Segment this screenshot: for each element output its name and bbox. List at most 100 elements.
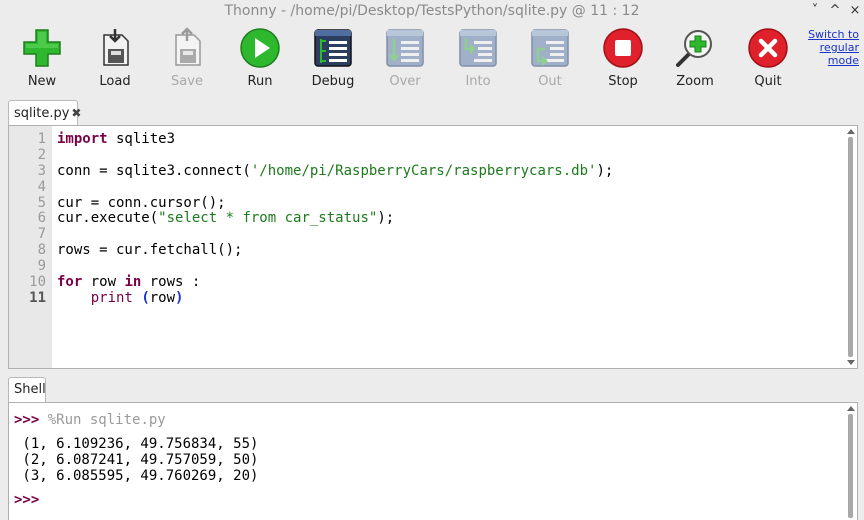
plus-icon [23, 29, 61, 67]
line-number: 2 [37, 147, 46, 163]
scrollbar-thumb[interactable] [848, 137, 853, 357]
quit-icon [748, 28, 788, 68]
code-text: ); [377, 210, 395, 226]
run-command: %Run sqlite.py [39, 412, 166, 428]
code-line-8: rows = cur.fetchall(); [57, 242, 243, 258]
line-number: 3 [37, 163, 46, 179]
switch-mode-line-3: mode [827, 54, 859, 67]
load-button[interactable]: Load [80, 27, 150, 93]
code-line-6: cur.execute("select * from car_status"); [57, 210, 394, 226]
code-text: cur.execute( [57, 210, 159, 226]
keyword: import [57, 131, 108, 147]
line-number-current: 11 [29, 290, 46, 306]
step-into-icon [459, 29, 497, 67]
step-into-button[interactable]: Into [443, 27, 513, 93]
tab-label: sqlite.py [14, 106, 70, 121]
run-button[interactable]: Run [225, 27, 295, 93]
step-into-label: Into [465, 74, 491, 89]
shell-output-line: (1, 6.109236, 49.756834, 55) [14, 436, 259, 452]
matching-paren: ( [141, 290, 150, 306]
load-label: Load [99, 74, 131, 89]
string-literal: "select * from car_status" [158, 210, 378, 226]
step-over-icon [386, 29, 424, 67]
toolbar: New Load Save Run Debug Over Into Out St… [0, 23, 864, 95]
shell-console[interactable]: >>> %Run sqlite.py (1, 6.109236, 49.7568… [8, 402, 858, 520]
new-label: New [27, 74, 57, 89]
code-text: row [82, 274, 125, 290]
tab-label: Shell [14, 382, 46, 397]
step-out-label: Out [538, 74, 562, 89]
close-window-button[interactable]: × [846, 2, 864, 20]
keyword: for [57, 274, 83, 290]
tab-close-icon[interactable]: ✖ [71, 106, 81, 120]
shell-run-line: >>> %Run sqlite.py [14, 412, 166, 428]
debug-label: Debug [311, 74, 355, 89]
matching-paren: ) [175, 290, 184, 306]
switch-mode-link[interactable]: Switch to regular mode [799, 28, 859, 67]
step-out-icon [531, 29, 569, 67]
code-line-11: print (row) [57, 290, 184, 306]
code-text: rows : [141, 274, 201, 290]
code-line-3: conn = sqlite3.connect('/home/pi/Raspber… [57, 163, 613, 179]
stop-icon [603, 28, 643, 68]
minimize-button[interactable]: ˅ [806, 2, 824, 20]
keyword: in [124, 274, 142, 290]
line-number: 4 [37, 179, 46, 195]
shell-output-line: (2, 6.087241, 49.757059, 50) [14, 452, 259, 468]
shell-prompt: >>> [14, 492, 40, 508]
shell-input-line[interactable]: >>> [14, 492, 39, 508]
zoom-label: Zoom [676, 74, 714, 89]
shell-output-line: (3, 6.085595, 49.760269, 20) [14, 468, 259, 484]
line-number: 5 [37, 195, 46, 211]
line-number: 1 [37, 131, 46, 147]
save-icon [175, 27, 201, 66]
scroll-up-icon[interactable] [847, 406, 855, 411]
shell-prompt: >>> [14, 412, 40, 428]
tab-sqlite-py[interactable]: sqlite.py ✖ [8, 100, 81, 126]
debug-icon [314, 29, 352, 67]
code-text: row [149, 290, 176, 306]
code-text: sqlite3 [107, 131, 176, 147]
step-out-button[interactable]: Out [515, 27, 585, 93]
code-line-10: for row in rows : [57, 274, 200, 290]
tab-shell[interactable]: Shell [8, 377, 46, 403]
line-number: 9 [37, 258, 46, 274]
code-line-5: cur = conn.cursor(); [57, 195, 226, 211]
save-button[interactable]: Save [152, 27, 222, 93]
debug-button[interactable]: Debug [298, 27, 368, 93]
load-icon [103, 29, 129, 66]
line-number: 7 [37, 226, 46, 242]
run-label: Run [247, 74, 273, 89]
builtin-name: print [90, 290, 133, 306]
switch-mode-line-1: Switch to [808, 28, 859, 41]
step-over-label: Over [389, 74, 421, 89]
maximize-button[interactable]: ^ [826, 2, 844, 20]
line-number-gutter: 1 2 3 4 5 6 7 8 9 10 11 [9, 126, 52, 368]
step-over-button[interactable]: Over [370, 27, 440, 93]
code-text: conn = sqlite3.connect( [57, 163, 251, 179]
title-bar: Thonny - /home/pi/Desktop/TestsPython/sq… [0, 0, 864, 23]
quit-button[interactable]: Quit [733, 27, 803, 93]
code-text: ); [596, 163, 614, 179]
editor-scrollbar[interactable] [846, 127, 856, 367]
line-number: 10 [29, 274, 46, 290]
code-editor[interactable]: 1 2 3 4 5 6 7 8 9 10 11 import sqlite3 c… [8, 125, 858, 369]
save-label: Save [171, 74, 203, 89]
window-title: Thonny - /home/pi/Desktop/TestsPython/sq… [224, 3, 640, 19]
new-button[interactable]: New [7, 27, 77, 93]
scroll-down-icon[interactable] [847, 360, 855, 365]
shell-scrollbar[interactable] [846, 404, 856, 520]
scroll-up-icon[interactable] [847, 129, 855, 134]
scrollbar-thumb[interactable] [848, 414, 853, 518]
string-literal: '/home/pi/RaspberryCars/raspberrycars.db… [250, 163, 597, 179]
stop-label: Stop [608, 74, 638, 89]
quit-label: Quit [754, 74, 782, 89]
zoom-icon [676, 30, 712, 67]
code-line-1: import sqlite3 [57, 131, 175, 147]
zoom-button[interactable]: Zoom [660, 27, 730, 93]
stop-button[interactable]: Stop [588, 27, 658, 93]
switch-mode-line-2: regular [819, 41, 859, 54]
line-number: 6 [37, 210, 46, 226]
play-icon [240, 28, 280, 68]
